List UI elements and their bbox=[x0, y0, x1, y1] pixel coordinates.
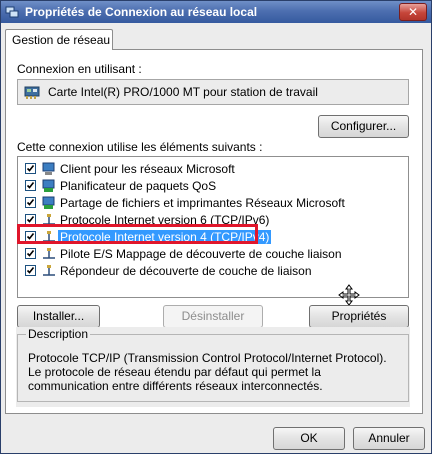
list-item-label: Client pour les réseaux Microsoft bbox=[60, 162, 235, 176]
title-bar[interactable]: Propriétés de Connexion au réseau local … bbox=[1, 1, 431, 23]
network-connection-icon bbox=[5, 6, 19, 18]
install-button-label: Installer... bbox=[32, 309, 85, 323]
cancel-button[interactable]: Annuler bbox=[353, 427, 425, 450]
tab-label: Gestion de réseau bbox=[12, 33, 111, 47]
adapter-name: Carte Intel(R) PRO/1000 MT pour station … bbox=[48, 85, 318, 99]
network-service-icon bbox=[42, 196, 55, 209]
properties-button-label: Propriétés bbox=[331, 309, 387, 323]
tab-gestion-de-reseau[interactable]: Gestion de réseau bbox=[5, 29, 113, 50]
cancel-button-label: Annuler bbox=[368, 431, 410, 445]
close-button[interactable]: ✕ bbox=[399, 3, 427, 21]
components-list[interactable]: Client pour les réseaux Microsoft Planif… bbox=[17, 156, 409, 298]
list-item-label: Partage de fichiers et imprimantes Résea… bbox=[60, 196, 345, 210]
description-legend: Description bbox=[26, 327, 91, 341]
ok-button-label: OK bbox=[300, 431, 318, 445]
network-adapter-icon bbox=[24, 86, 40, 99]
uninstall-button-label: Désinstaller bbox=[181, 309, 245, 323]
list-item-label: Planificateur de paquets QoS bbox=[60, 179, 217, 193]
list-item[interactable]: Planificateur de paquets QoS bbox=[18, 178, 408, 194]
items-label: Cette connexion utilise les éléments sui… bbox=[17, 140, 263, 154]
checkbox[interactable] bbox=[25, 180, 36, 191]
ok-button[interactable]: OK bbox=[273, 427, 345, 450]
description-group: Description Protocole TCP/IP (Transmissi… bbox=[17, 327, 409, 402]
list-item[interactable]: Client pour les réseaux Microsoft bbox=[18, 161, 408, 177]
network-client-icon bbox=[42, 162, 55, 175]
list-item[interactable]: Pilote E/S Mappage de découverte de couc… bbox=[18, 246, 408, 262]
list-item-label: Pilote E/S Mappage de découverte de couc… bbox=[60, 247, 342, 261]
list-item-label: Répondeur de découverte de couche de lia… bbox=[60, 264, 312, 278]
protocol-icon bbox=[43, 248, 55, 259]
checkbox[interactable] bbox=[25, 248, 36, 259]
description-text: Protocole TCP/IP (Transmission Control P… bbox=[28, 351, 387, 393]
uninstall-button[interactable]: Désinstaller bbox=[163, 305, 263, 328]
move-cursor-icon bbox=[338, 284, 360, 306]
network-service-icon bbox=[42, 179, 55, 192]
checkbox[interactable] bbox=[25, 214, 36, 225]
configure-button-label: Configurer... bbox=[330, 119, 397, 133]
adapter-field: Carte Intel(R) PRO/1000 MT pour station … bbox=[17, 79, 409, 105]
window-title: Propriétés de Connexion au réseau local bbox=[25, 5, 258, 19]
list-item-selected[interactable]: Protocole Internet version 4 (TCP/IPv4) bbox=[18, 229, 408, 245]
list-item-label: Protocole Internet version 6 (TCP/IPv6) bbox=[60, 213, 270, 227]
checkbox[interactable] bbox=[25, 231, 36, 242]
properties-button[interactable]: Propriétés bbox=[309, 305, 409, 328]
protocol-icon bbox=[43, 214, 55, 225]
protocol-icon bbox=[43, 231, 55, 242]
list-item-label: Protocole Internet version 4 (TCP/IPv4) bbox=[58, 230, 272, 244]
checkbox[interactable] bbox=[25, 197, 36, 208]
configure-button[interactable]: Configurer... bbox=[318, 115, 409, 138]
properties-dialog: Propriétés de Connexion au réseau local … bbox=[0, 0, 432, 454]
list-item[interactable]: Répondeur de découverte de couche de lia… bbox=[18, 263, 408, 279]
close-icon: ✕ bbox=[407, 5, 419, 19]
list-item[interactable]: Protocole Internet version 6 (TCP/IPv6) bbox=[18, 212, 408, 228]
install-button[interactable]: Installer... bbox=[17, 305, 100, 328]
protocol-icon bbox=[43, 265, 55, 276]
checkbox[interactable] bbox=[25, 265, 36, 276]
list-item[interactable]: Partage de fichiers et imprimantes Résea… bbox=[18, 195, 408, 211]
connect-using-label: Connexion en utilisant : bbox=[17, 62, 142, 76]
checkbox[interactable] bbox=[25, 163, 36, 174]
